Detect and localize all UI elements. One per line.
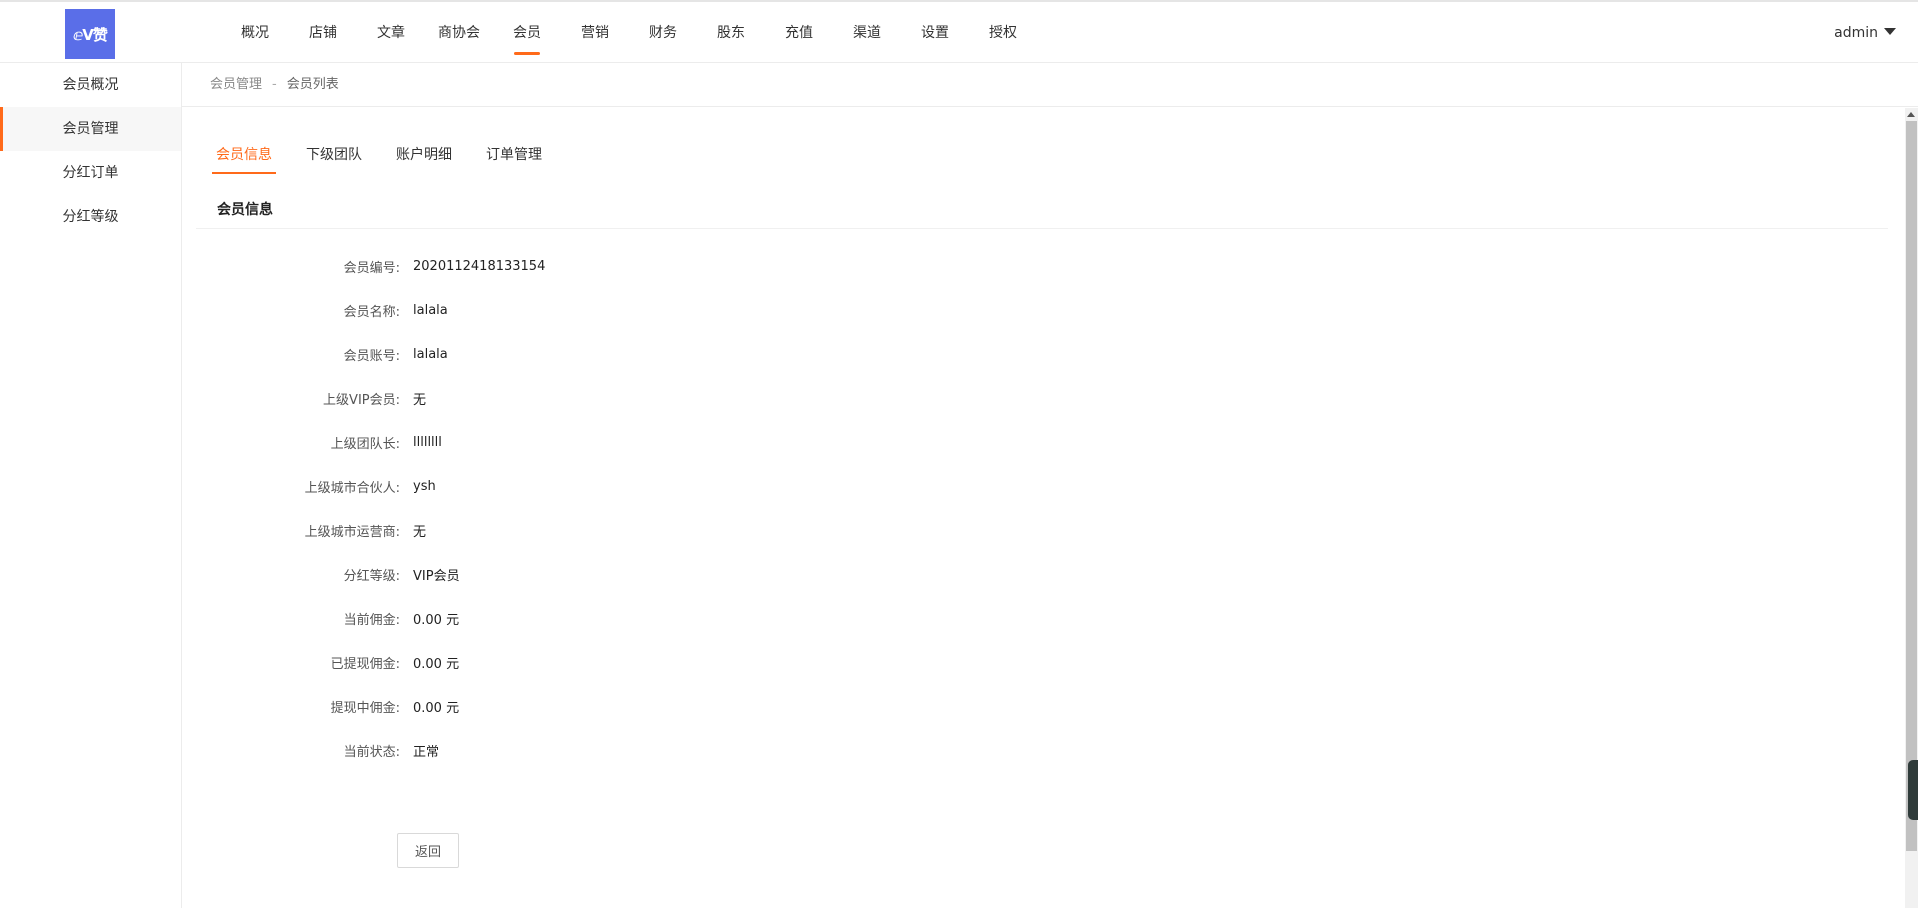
info-value: lalala [413, 302, 448, 318]
info-value: 0.00 元 [413, 612, 460, 628]
topnav-item-chamber[interactable]: 商协会 [425, 2, 493, 65]
sidebar-item-dividend-levels[interactable]: 分红等级 [0, 195, 181, 239]
top-nav: 概况 店铺 文章 商协会 会员 营销 财务 股东 充值 渠道 设置 授权 [221, 2, 1037, 65]
tab-subordinate-team[interactable]: 下级团队 [302, 136, 366, 174]
info-label: 已提现佣金: [330, 656, 400, 672]
info-row-member-account: 会员账号: lalala [196, 332, 996, 376]
info-label: 上级团队长: [330, 436, 400, 452]
sidebar-item-member-management[interactable]: 会员管理 [0, 107, 181, 151]
topnav-item-marketing[interactable]: 营销 [561, 2, 629, 65]
tab-order-management[interactable]: 订单管理 [482, 136, 546, 174]
info-value: 无 [413, 392, 427, 408]
info-label: 当前状态: [343, 744, 400, 760]
topnav-item-channels[interactable]: 渠道 [833, 2, 901, 65]
topnav-item-settings[interactable]: 设置 [901, 2, 969, 65]
info-label: 上级城市合伙人: [304, 480, 400, 496]
info-label: 分红等级: [343, 568, 400, 584]
topnav-item-members[interactable]: 会员 [493, 2, 561, 65]
info-value: ysh [413, 478, 436, 494]
info-row-status: 当前状态: 正常 [196, 728, 996, 772]
main-content: 会员信息 下级团队 账户明细 订单管理 会员信息 会员编号: 2020112418… [196, 108, 1900, 908]
info-row-parent-team-leader: 上级团队长: llllllll [196, 420, 996, 464]
info-label: 上级VIP会员: [323, 392, 400, 408]
user-name: admin [1834, 25, 1878, 41]
breadcrumb-parent[interactable]: 会员管理 [210, 77, 262, 92]
breadcrumb-separator: - [272, 77, 277, 92]
sidebar-item-dividend-orders[interactable]: 分红订单 [0, 151, 181, 195]
info-value: 0.00 元 [413, 656, 460, 672]
info-label: 会员名称: [343, 304, 400, 320]
info-value: VIP会员 [413, 568, 460, 584]
topnav-item-recharge[interactable]: 充值 [765, 2, 833, 65]
info-label: 当前佣金: [343, 612, 400, 628]
scrollbar-thumb[interactable] [1906, 121, 1917, 851]
info-label: 上级城市运营商: [304, 524, 400, 540]
info-value: 无 [413, 524, 427, 540]
info-value: 2020112418133154 [413, 258, 546, 274]
info-row-member-id: 会员编号: 2020112418133154 [196, 244, 996, 288]
info-row-withdrawn-commission: 已提现佣金: 0.00 元 [196, 640, 996, 684]
info-value: llllllll [413, 434, 442, 450]
info-row-parent-city-partner: 上级城市合伙人: ysh [196, 464, 996, 508]
topnav-item-authorization[interactable]: 授权 [969, 2, 1037, 65]
user-menu[interactable]: admin [1834, 2, 1896, 65]
breadcrumb-current: 会员列表 [286, 77, 339, 92]
topnav-item-store[interactable]: 店铺 [289, 2, 357, 65]
info-row-parent-vip: 上级VIP会员: 无 [196, 376, 996, 420]
info-value: 0.00 元 [413, 700, 460, 716]
info-value: lalala [413, 346, 448, 362]
info-label: 会员编号: [343, 260, 400, 276]
breadcrumb: 会员管理 - 会员列表 [182, 63, 1918, 107]
member-info-list: 会员编号: 2020112418133154 会员名称: lalala 会员账号: l… [196, 244, 996, 772]
section-title: 会员信息 [196, 192, 1888, 229]
back-button[interactable]: 返回 [397, 833, 459, 868]
caret-down-icon [1884, 28, 1896, 35]
app-logo[interactable]: ⅇV赞 [65, 9, 115, 59]
info-row-pending-withdrawal: 提现中佣金: 0.00 元 [196, 684, 996, 728]
info-value: 正常 [413, 744, 440, 760]
top-bar: ⅇV赞 概况 店铺 文章 商协会 会员 营销 财务 股东 充值 渠道 设置 授权… [0, 0, 1918, 63]
tab-bar: 会员信息 下级团队 账户明细 订单管理 [212, 136, 572, 174]
sidebar: 会员概况 会员管理 分红订单 分红等级 [0, 63, 182, 908]
scroll-up-arrow-icon[interactable] [1905, 108, 1918, 121]
info-row-current-commission: 当前佣金: 0.00 元 [196, 596, 996, 640]
sidebar-item-member-overview[interactable]: 会员概况 [0, 63, 181, 107]
topnav-item-overview[interactable]: 概况 [221, 2, 289, 65]
tab-account-details[interactable]: 账户明细 [392, 136, 456, 174]
info-label: 会员账号: [343, 348, 400, 364]
floating-side-widget[interactable] [1908, 760, 1918, 820]
info-row-parent-city-operator: 上级城市运营商: 无 [196, 508, 996, 552]
topnav-item-articles[interactable]: 文章 [357, 2, 425, 65]
tab-member-info[interactable]: 会员信息 [212, 136, 276, 174]
topnav-item-finance[interactable]: 财务 [629, 2, 697, 65]
info-row-member-name: 会员名称: lalala [196, 288, 996, 332]
info-label: 提现中佣金: [330, 700, 400, 716]
topnav-item-shareholders[interactable]: 股东 [697, 2, 765, 65]
info-row-dividend-level: 分红等级: VIP会员 [196, 552, 996, 596]
